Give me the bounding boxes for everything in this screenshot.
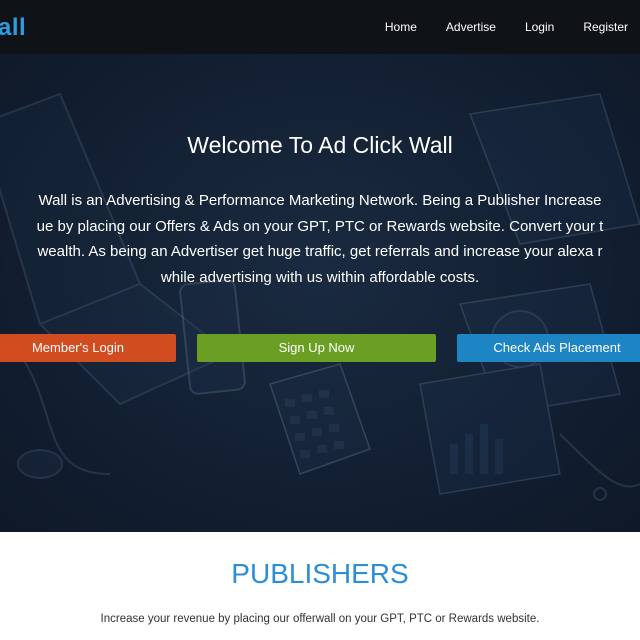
hero-description-line: Wall is an Advertising & Performance Mar… bbox=[38, 192, 602, 209]
members-login-button[interactable]: Member's Login bbox=[0, 334, 176, 362]
hero-description: Wall is an Advertising & Performance Mar… bbox=[0, 188, 640, 290]
site-logo[interactable]: all bbox=[0, 14, 26, 42]
nav-login-link[interactable]: Login bbox=[525, 20, 554, 34]
nav-links: Home Advertise Login Register bbox=[356, 0, 628, 54]
top-navbar: all Home Advertise Login Register bbox=[0, 0, 640, 54]
hero-title: Welcome To Ad Click Wall bbox=[187, 132, 453, 158]
hero-description-line: wealth. As being an Advertiser get huge … bbox=[37, 243, 603, 260]
hero-section: Welcome To Ad Click Wall Wall is an Adve… bbox=[0, 54, 640, 532]
nav-home-link[interactable]: Home bbox=[385, 20, 417, 34]
hero-description-line: ue by placing our Offers & Ads on your G… bbox=[36, 217, 604, 235]
nav-advertise-link[interactable]: Advertise bbox=[446, 20, 496, 34]
nav-register-link[interactable]: Register bbox=[583, 20, 628, 34]
publishers-description: Increase your revenue by placing our off… bbox=[100, 613, 540, 625]
check-ads-placement-button[interactable]: Check Ads Placement bbox=[457, 334, 640, 362]
hero-background-illustration bbox=[0, 92, 640, 501]
publishers-heading: PUBLISHERS bbox=[231, 558, 409, 589]
sign-up-button[interactable]: Sign Up Now bbox=[197, 334, 436, 362]
hero-description-line: while advertising with us within afforda… bbox=[160, 268, 480, 286]
